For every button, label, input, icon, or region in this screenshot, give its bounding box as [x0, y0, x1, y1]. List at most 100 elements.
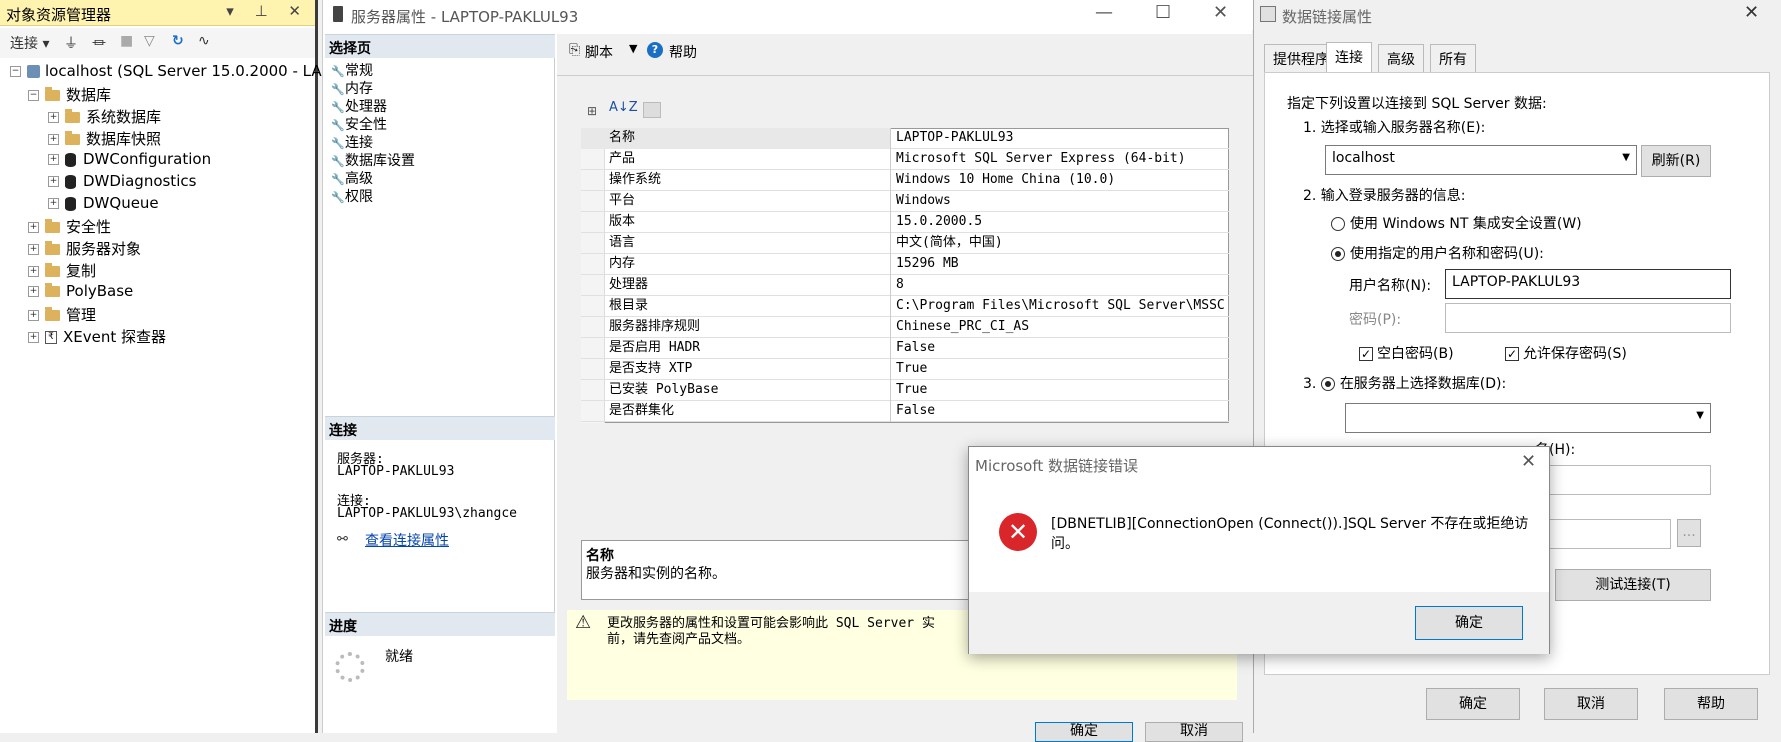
error-close-button[interactable]: ✕ — [1521, 451, 1536, 472]
error-ok-button[interactable]: 确定 — [1415, 606, 1523, 640]
data-link-ok-button[interactable]: 确定 — [1426, 688, 1520, 720]
refresh-button[interactable]: 刷新(R) — [1641, 145, 1711, 177]
maximize-button[interactable]: ☐ — [1155, 2, 1171, 23]
tree-item-snapshots[interactable]: + 数据库快照 — [48, 128, 161, 150]
tree-item-management[interactable]: + 管理 — [28, 304, 96, 326]
collapse-icon[interactable]: − — [28, 90, 39, 101]
property-row[interactable]: 处理器 8 — [581, 275, 1229, 296]
tab-all[interactable]: 所有 — [1430, 44, 1476, 72]
property-row[interactable]: 是否支持 XTP True — [581, 359, 1229, 380]
data-link-help-button[interactable]: 帮助 — [1664, 688, 1758, 720]
property-row[interactable]: 是否启用 HADR False — [581, 338, 1229, 359]
expand-icon[interactable]: + — [48, 112, 59, 123]
categorized-icon[interactable]: ⊞ — [587, 104, 597, 118]
tab-connection[interactable]: 连接 — [1326, 42, 1372, 74]
radio-user-password[interactable]: 使用指定的用户名称和密码(U): — [1331, 243, 1544, 263]
expand-icon[interactable]: + — [48, 176, 59, 187]
error-icon: ✕ — [999, 513, 1037, 551]
tab-advanced[interactable]: 高级 — [1378, 44, 1424, 72]
allow-save-password-checkbox[interactable]: ✓ 允许保存密码(S) — [1505, 343, 1627, 363]
tree-item-security[interactable]: + 安全性 — [28, 216, 111, 238]
expand-icon[interactable]: + — [48, 134, 59, 145]
expand-icon[interactable]: + — [48, 154, 59, 165]
expand-icon[interactable]: + — [48, 198, 59, 209]
collapse-icon[interactable]: − — [10, 66, 21, 77]
password-input[interactable] — [1445, 303, 1731, 333]
page-connections[interactable]: 🔧连接 — [331, 132, 373, 152]
data-link-close-button[interactable]: ✕ — [1744, 2, 1759, 23]
radio-label: 使用 Windows NT 集成安全设置(W) — [1350, 216, 1582, 232]
page-processors[interactable]: 🔧处理器 — [331, 96, 387, 116]
tree-root-server[interactable]: − localhost (SQL Server 15.0.2000 - LAF — [10, 62, 330, 84]
filter-icon[interactable]: ▽ — [144, 33, 155, 49]
page-database-settings[interactable]: 🔧数据库设置 — [331, 150, 415, 170]
page-memory[interactable]: 🔧内存 — [331, 78, 373, 98]
expand-icon[interactable]: + — [28, 222, 39, 233]
radio-windows-nt[interactable]: 使用 Windows NT 集成安全设置(W) — [1331, 213, 1582, 233]
property-row[interactable]: 服务器排序规则 Chinese_PRC_CI_AS — [581, 317, 1229, 338]
select-page-panel: 选择页 🔧常规 🔧内存 🔧处理器 🔧安全性 🔧连接 🔧数据库设置 🔧高级 🔧权限… — [325, 34, 555, 636]
property-row[interactable]: 是否群集化 False — [581, 401, 1229, 422]
view-connection-properties-link[interactable]: 查看连接属性 — [365, 530, 449, 550]
attach-filename-input[interactable] — [1535, 465, 1711, 495]
refresh-icon[interactable]: ↻ — [172, 33, 184, 49]
property-row[interactable]: 内存 15296 MB — [581, 254, 1229, 275]
tree-item-databases[interactable]: − 数据库 — [28, 84, 111, 106]
script-button[interactable]: 脚本 — [585, 42, 613, 62]
page-permissions[interactable]: 🔧权限 — [331, 186, 373, 206]
stop-icon[interactable]: ■ — [120, 33, 133, 49]
expand-icon[interactable]: + — [28, 244, 39, 255]
property-row[interactable]: 操作系统 Windows 10 Home China (10.0) — [581, 170, 1229, 191]
server-ok-button[interactable]: 确定 — [1035, 722, 1133, 742]
expand-icon[interactable]: + — [28, 310, 39, 321]
property-row[interactable]: 名称 LAPTOP-PAKLUL93 — [581, 128, 1229, 149]
minimize-button[interactable]: — — [1095, 2, 1113, 23]
browse-button[interactable]: ... — [1677, 519, 1701, 547]
data-link-title: 数据链接属性 — [1282, 8, 1373, 26]
property-pages-icon[interactable] — [643, 102, 661, 118]
panel-window-buttons[interactable]: ▾ ⊥ ✕ — [226, 2, 309, 20]
tree-item-system-databases[interactable]: + 系统数据库 — [48, 106, 161, 128]
property-row[interactable]: 平台 Windows — [581, 191, 1229, 212]
tree-item-dwqueue[interactable]: + DWQueue — [48, 194, 159, 216]
tree-item-server-objects[interactable]: + 服务器对象 — [28, 238, 141, 260]
server-cancel-button[interactable]: 取消 — [1145, 722, 1243, 742]
activity-monitor-icon[interactable]: ∿ — [198, 33, 210, 49]
database-combobox[interactable]: ▼ — [1345, 403, 1711, 433]
blank-password-checkbox[interactable]: ✓ 空白密码(B) — [1359, 343, 1454, 363]
property-row[interactable]: 根目录 C:\Program Files\Microsoft SQL Server… — [581, 296, 1229, 317]
test-connection-button[interactable]: 测试连接(T) — [1555, 569, 1711, 601]
folder-icon — [45, 307, 60, 321]
username-input[interactable]: LAPTOP-PAKLUL93 — [1445, 269, 1731, 299]
tree-item-dwdiagnostics[interactable]: + DWDiagnostics — [48, 172, 196, 194]
tree-item-replication[interactable]: + 复制 — [28, 260, 96, 282]
disconnect-icon[interactable]: ⏛ — [92, 33, 106, 53]
expand-icon[interactable]: + — [28, 266, 39, 277]
help-button[interactable]: 帮助 — [669, 42, 697, 62]
expand-icon[interactable]: + — [28, 332, 39, 343]
tree-item-dwconfiguration[interactable]: + DWConfiguration — [48, 150, 211, 172]
tree-item-label: DWConfiguration — [83, 150, 212, 168]
radio-selected-icon[interactable] — [1320, 377, 1335, 391]
server-name-value: localhost — [1332, 150, 1395, 166]
tree-item-polybase[interactable]: + PolyBase — [28, 282, 133, 304]
page-security[interactable]: 🔧安全性 — [331, 114, 387, 134]
property-row[interactable]: 已安装 PolyBase True — [581, 380, 1229, 401]
page-label: 处理器 — [345, 99, 387, 115]
expand-icon[interactable]: + — [28, 286, 39, 297]
close-button[interactable]: ✕ — [1213, 2, 1228, 23]
connect-plug-icon[interactable]: ⏚ — [64, 33, 78, 53]
page-advanced[interactable]: 🔧高级 — [331, 168, 373, 188]
property-row[interactable]: 版本 15.0.2000.5 — [581, 212, 1229, 233]
property-row[interactable]: 产品 Microsoft SQL Server Express (64-bit) — [581, 149, 1229, 170]
connect-dropdown[interactable]: 连接 ▾ — [10, 33, 49, 53]
sort-alphabetical-icon[interactable]: A↓Z — [609, 100, 638, 115]
script-dropdown-icon[interactable]: ▼ — [629, 42, 637, 55]
server-name-combobox[interactable]: localhost ▼ — [1325, 145, 1637, 175]
file-path-input[interactable] — [1535, 519, 1671, 549]
page-general[interactable]: 🔧常规 — [331, 60, 373, 80]
data-link-cancel-button[interactable]: 取消 — [1544, 688, 1638, 720]
property-row[interactable]: 语言 中文(简体，中国) — [581, 233, 1229, 254]
tree-item-label: 数据库 — [66, 86, 112, 104]
tree-item-xevent[interactable]: + ₹ XEvent 探查器 — [28, 326, 166, 348]
